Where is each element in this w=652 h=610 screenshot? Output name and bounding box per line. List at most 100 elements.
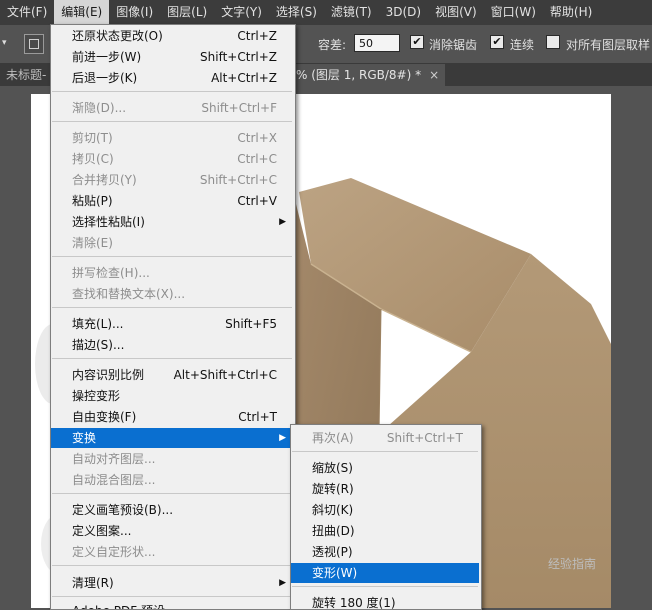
menu-item-label: 合并拷贝(Y) bbox=[72, 173, 137, 187]
tab-active-document[interactable]: % (图层 1, RGB/8#) * × bbox=[290, 64, 446, 86]
menu-item-label: 旋转(R) bbox=[312, 482, 354, 496]
sample-all-layers-checkbox[interactable]: ✔ bbox=[546, 35, 560, 49]
menu-layer[interactable]: 图层(L) bbox=[160, 0, 214, 25]
tolerance-label: 容差: bbox=[318, 38, 347, 52]
menu-item-define-brush[interactable]: 定义画笔预设(B)... bbox=[51, 500, 293, 520]
menu-item-stroke[interactable]: 描边(S)... bbox=[51, 335, 293, 355]
menu-item-label: 变形(W) bbox=[312, 566, 358, 580]
menu-item-label: 自动混合图层... bbox=[72, 473, 156, 487]
menu-item-label: 缩放(S) bbox=[312, 461, 353, 475]
menu-help[interactable]: 帮助(H) bbox=[543, 0, 599, 25]
menu-select[interactable]: 选择(S) bbox=[269, 0, 324, 25]
tab-untitled[interactable]: 未标题- bbox=[0, 64, 52, 86]
tool-preset-dropdown-icon[interactable]: ▾ bbox=[2, 34, 14, 52]
submenu-arrow-icon: ▶ bbox=[279, 433, 286, 443]
menu-item-shortcut: Shift+Ctrl+C bbox=[199, 173, 277, 187]
menu-item-label: 扭曲(D) bbox=[312, 524, 355, 538]
menu-item-label: 渐隐(D)... bbox=[72, 101, 127, 115]
tolerance-input[interactable]: 50 bbox=[354, 34, 400, 52]
contiguous-checkbox[interactable]: ✔ bbox=[490, 35, 504, 49]
anti-alias-label: 消除锯齿 bbox=[429, 38, 478, 52]
menu-item-label: 旋转 180 度(1) bbox=[312, 596, 396, 610]
menu-item-content-aware-scale[interactable]: 内容识别比例 Alt+Shift+Ctrl+C bbox=[51, 365, 293, 385]
menu-item-label: 变换 bbox=[72, 431, 97, 445]
menu-image[interactable]: 图像(I) bbox=[109, 0, 160, 25]
menu-file[interactable]: 文件(F) bbox=[0, 0, 54, 25]
menu-item-label: 操控变形 bbox=[72, 389, 121, 403]
menu-item-define-custom-shape[interactable]: 定义自定形状... bbox=[51, 542, 293, 562]
menu-item-find-replace[interactable]: 查找和替换文本(X)... bbox=[51, 284, 293, 304]
menu-item-label: 自动对齐图层... bbox=[72, 452, 156, 466]
menu-item-skew[interactable]: 斜切(K) bbox=[291, 500, 479, 520]
menu-item-paste-special[interactable]: 选择性粘贴(I) ▶ bbox=[51, 212, 293, 232]
menu-item-again[interactable]: 再次(A) Shift+Ctrl+T bbox=[291, 428, 479, 448]
menu-item-auto-blend-layers[interactable]: 自动混合图层... bbox=[51, 470, 293, 490]
menu-item-label: 填充(L)... bbox=[72, 317, 124, 331]
menu-item-label: 描边(S)... bbox=[72, 338, 125, 352]
menu-item-puppet-warp[interactable]: 操控变形 bbox=[51, 386, 293, 406]
menu-item-copy-merged[interactable]: 合并拷贝(Y) Shift+Ctrl+C bbox=[51, 170, 293, 190]
menu-item-shortcut: Shift+F5 bbox=[225, 317, 277, 331]
menu-item-scale[interactable]: 缩放(S) bbox=[291, 458, 479, 478]
menu-item-label: 前进一步(W) bbox=[72, 50, 142, 64]
anti-alias-checkbox[interactable]: ✔ bbox=[410, 35, 424, 49]
sample-all-layers-label: 对所有图层取样 bbox=[566, 38, 651, 52]
menu-item-transform[interactable]: 变换 ▶ bbox=[51, 428, 293, 448]
menu-item-label: 查找和替换文本(X)... bbox=[72, 287, 186, 301]
tab-untitled-label: 未标题- bbox=[6, 68, 47, 82]
menu-item-free-transform[interactable]: 自由变换(F) Ctrl+T bbox=[51, 407, 293, 427]
menu-item-rotate[interactable]: 旋转(R) bbox=[291, 479, 479, 499]
menu-item-label: 定义自定形状... bbox=[72, 545, 156, 559]
menu-item-paste[interactable]: 粘贴(P) Ctrl+V bbox=[51, 191, 293, 211]
menu-item-shortcut: Shift+Ctrl+F bbox=[201, 101, 277, 115]
menu-edit[interactable]: 编辑(E) bbox=[54, 0, 110, 25]
menu-item-distort[interactable]: 扭曲(D) bbox=[291, 521, 479, 541]
menu-item-shortcut: Ctrl+Z bbox=[237, 29, 277, 43]
menu-item-fill[interactable]: 填充(L)... Shift+F5 bbox=[51, 314, 293, 334]
menu-view[interactable]: 视图(V) bbox=[428, 0, 484, 25]
menu-item-label: 再次(A) bbox=[312, 431, 354, 445]
menu-item-label: 内容识别比例 bbox=[72, 368, 145, 382]
menu-window[interactable]: 窗口(W) bbox=[484, 0, 543, 25]
menu-type[interactable]: 文字(Y) bbox=[214, 0, 269, 25]
menu-item-fade[interactable]: 渐隐(D)... Shift+Ctrl+F bbox=[51, 98, 293, 118]
close-icon[interactable]: × bbox=[429, 68, 439, 82]
menu-item-undo[interactable]: 还原状态更改(O) Ctrl+Z bbox=[51, 26, 293, 46]
menu-item-shortcut: Shift+Ctrl+T bbox=[386, 431, 463, 445]
menu-item-cut[interactable]: 剪切(T) Ctrl+X bbox=[51, 128, 293, 148]
menu-item-spell-check[interactable]: 拼写检查(H)... bbox=[51, 263, 293, 283]
menu-item-pdf-presets[interactable]: Adobe PDF 预设... bbox=[51, 601, 293, 609]
menu-separator bbox=[52, 307, 292, 308]
menu-item-perspective[interactable]: 透视(P) bbox=[291, 542, 479, 562]
menu-item-label: 斜切(K) bbox=[312, 503, 354, 517]
menu-item-copy[interactable]: 拷贝(C) Ctrl+C bbox=[51, 149, 293, 169]
menu-item-label: 拼写检查(H)... bbox=[72, 266, 150, 280]
menu-item-step-forward[interactable]: 前进一步(W) Shift+Ctrl+Z bbox=[51, 47, 293, 67]
menu-item-purge[interactable]: 清理(R) ▶ bbox=[51, 573, 293, 593]
menu-item-label: 粘贴(P) bbox=[72, 194, 113, 208]
menu-item-auto-align-layers[interactable]: 自动对齐图层... bbox=[51, 449, 293, 469]
menu-item-label: 剪切(T) bbox=[72, 131, 113, 145]
menu-item-rotate-180[interactable]: 旋转 180 度(1) bbox=[291, 593, 479, 610]
menu-filter[interactable]: 滤镜(T) bbox=[324, 0, 379, 25]
tab-active-label: % (图层 1, RGB/8#) * bbox=[296, 68, 422, 82]
menu-item-shortcut: Alt+Shift+Ctrl+C bbox=[173, 368, 277, 382]
contiguous-label: 连续 bbox=[510, 38, 535, 52]
menu-item-label: 自由变换(F) bbox=[72, 410, 137, 424]
selection-mode-icon[interactable] bbox=[24, 34, 44, 54]
menu-item-warp[interactable]: 变形(W) bbox=[291, 563, 479, 583]
menu-item-shortcut: Shift+Ctrl+Z bbox=[200, 50, 277, 64]
menu-item-define-pattern[interactable]: 定义图案... bbox=[51, 521, 293, 541]
menu-item-shortcut: Ctrl+V bbox=[237, 194, 277, 208]
menu-separator bbox=[52, 358, 292, 359]
menu-item-label: 透视(P) bbox=[312, 545, 353, 559]
edit-menu: 还原状态更改(O) Ctrl+Z 前进一步(W) Shift+Ctrl+Z 后退一步… bbox=[50, 24, 296, 610]
menu-item-step-backward[interactable]: 后退一步(K) Alt+Ctrl+Z bbox=[51, 68, 293, 88]
menu-item-clear[interactable]: 清除(E) bbox=[51, 233, 293, 253]
submenu-arrow-icon: ▶ bbox=[279, 217, 286, 227]
menu-separator bbox=[52, 91, 292, 92]
menu-separator bbox=[52, 565, 292, 566]
menu-separator bbox=[52, 596, 292, 597]
menu-3d[interactable]: 3D(D) bbox=[379, 0, 428, 25]
menu-item-label: 选择性粘贴(I) bbox=[72, 215, 145, 229]
